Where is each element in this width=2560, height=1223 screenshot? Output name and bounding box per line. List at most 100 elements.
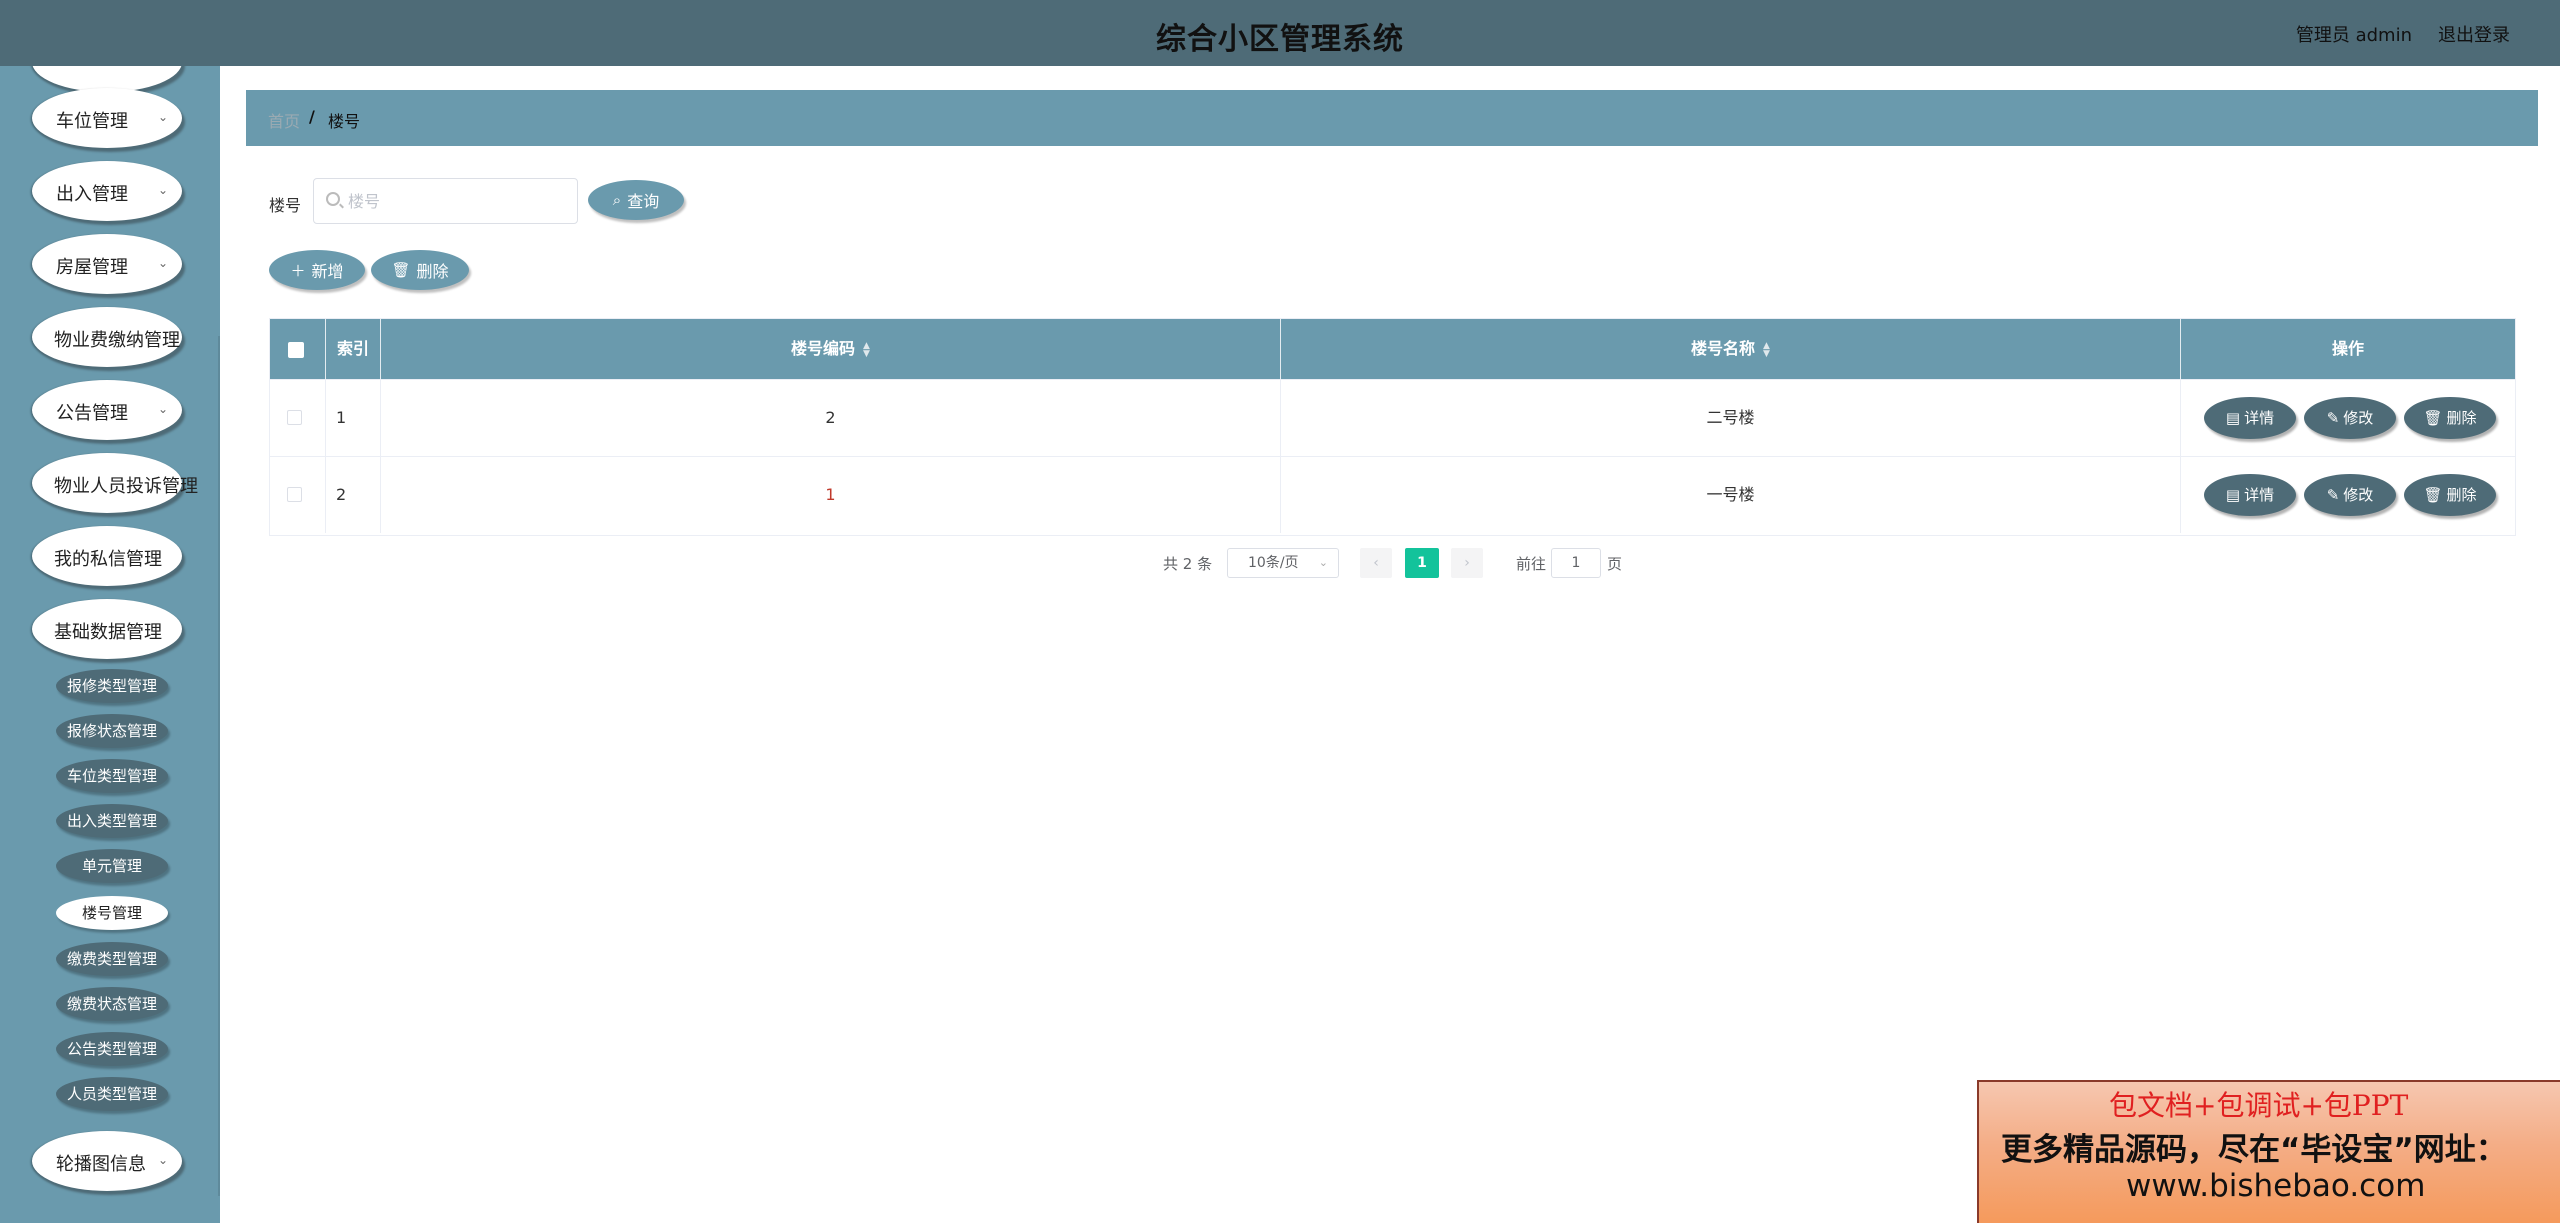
sort-icon[interactable]: ▲ ▼ [863, 341, 870, 358]
delete-button[interactable]: 🗑 删除 [2404, 397, 2496, 439]
search-label: 楼号 [269, 196, 302, 215]
sidebar-item-notice[interactable]: 公告管理 ⌄ [32, 380, 182, 440]
sidebar-item-label: 物业人员投诉管理 [54, 476, 198, 497]
row-select-cell [270, 380, 326, 456]
breadcrumb-separator: / [309, 107, 315, 126]
row-select-cell [270, 457, 326, 533]
column-header-code[interactable]: 楼号编码 ▲ ▼ [381, 319, 1281, 379]
add-button[interactable]: ＋ 新增 [269, 250, 365, 290]
sidebar-item-label: 轮播图信息 [56, 1154, 146, 1175]
pagination-total: 共 2 条 [1163, 555, 1213, 573]
sidebar-item-label: 出入管理 [56, 184, 128, 205]
chevron-down-icon: ⌄ [157, 1153, 168, 1167]
bulk-delete-button[interactable]: 🗑 删除 [371, 250, 469, 290]
cell-index: 2 [326, 457, 381, 533]
pencil-icon: ✎ [2326, 409, 2340, 427]
table-row: 2 1 一号楼 ▤ 详情 ✎ 修改 🗑 删除 [270, 456, 2515, 533]
chevron-left-icon: ‹ [1373, 555, 1379, 571]
document-icon: ▤ [2225, 486, 2241, 504]
chevron-down-icon: ⌄ [157, 183, 168, 197]
chevron-down-icon: ⌄ [1318, 556, 1328, 569]
trash-icon: 🗑 [2423, 486, 2443, 504]
submenu-notice-type[interactable]: 公告类型管理 [56, 1032, 168, 1066]
cell-index: 1 [326, 380, 381, 456]
current-user: 管理员 admin [2295, 25, 2412, 46]
document-icon: ▤ [2225, 409, 2241, 427]
data-table: 索引 楼号编码 ▲ ▼ 楼号名称 ▲ ▼ 操作 1 2 二号楼 ▤ 详情 ✎ 修改 🗑 删除 [269, 318, 2516, 536]
row-checkbox[interactable] [287, 487, 302, 502]
detail-label: 详情 [2244, 409, 2275, 427]
bulk-delete-label: 删除 [416, 262, 449, 281]
submenu-building[interactable]: 楼号管理 [56, 896, 168, 930]
sidebar-item-label: 物业费缴纳管理 [54, 330, 180, 351]
chevron-down-icon: ⌄ [157, 256, 168, 270]
search-icon: ⌕ [612, 191, 622, 209]
promo-url: www.bishebao.com [2126, 1168, 2426, 1204]
sidebar-item-fee-payment[interactable]: 物业费缴纳管理 [32, 307, 182, 367]
sidebar-item-messages[interactable]: 我的私信管理 [32, 526, 182, 586]
submenu-parking-type[interactable]: 车位类型管理 [56, 759, 168, 793]
detail-button[interactable]: ▤ 详情 [2204, 474, 2296, 516]
sidebar-item-housing[interactable]: 房屋管理 ⌄ [32, 234, 182, 294]
submenu-repair-type[interactable]: 报修类型管理 [56, 669, 168, 703]
plus-icon: ＋ [290, 261, 306, 280]
top-header: 综合小区管理系统 管理员 admin 退出登录 [0, 0, 2560, 66]
sidebar-item-base-data[interactable]: 基础数据管理 [32, 599, 182, 659]
detail-button[interactable]: ▤ 详情 [2204, 397, 2296, 439]
logout-link[interactable]: 退出登录 [2438, 21, 2510, 47]
chevron-down-icon: ⌄ [157, 402, 168, 416]
pencil-icon: ✎ [2326, 486, 2340, 504]
column-header-name[interactable]: 楼号名称 ▲ ▼ [1281, 319, 2181, 379]
prev-page-button[interactable]: ‹ [1360, 548, 1392, 578]
add-button-label: 新增 [311, 262, 344, 281]
submenu-repair-status[interactable]: 报修状态管理 [56, 714, 168, 748]
edit-label: 修改 [2343, 409, 2374, 427]
breadcrumb: 首页 / 楼号 [246, 90, 2538, 146]
select-all-checkbox[interactable] [288, 342, 304, 358]
sidebar-item-parking[interactable]: 车位管理 ⌄ [32, 88, 182, 148]
search-input[interactable] [348, 189, 568, 213]
submenu-access-type[interactable]: 出入类型管理 [56, 804, 168, 838]
breadcrumb-current: 楼号 [328, 112, 361, 131]
search-field[interactable] [313, 178, 578, 224]
delete-button[interactable]: 🗑 删除 [2404, 474, 2496, 516]
promo-banner: 包文档+包调试+包PPT 更多精品源码，尽在“毕设宝”网址： www.bishe… [1977, 1080, 2560, 1223]
header-select-cell [270, 319, 326, 379]
search-icon [326, 192, 340, 206]
sidebar-item-label: 车位管理 [56, 111, 128, 132]
next-page-button[interactable]: › [1451, 548, 1483, 578]
sidebar: 车位管理 ⌄ 出入管理 ⌄ 房屋管理 ⌄ 物业费缴纳管理 公告管理 ⌄ 物业人员… [0, 66, 220, 1223]
submenu-unit[interactable]: 单元管理 [56, 849, 168, 883]
edit-label: 修改 [2343, 486, 2374, 504]
column-header-label: 楼号名称 [1691, 339, 1756, 358]
sidebar-item-carousel[interactable]: 轮播图信息 ⌄ [32, 1131, 182, 1191]
cell-actions: ▤ 详情 ✎ 修改 🗑 删除 [2181, 380, 2515, 456]
edit-button[interactable]: ✎ 修改 [2304, 397, 2396, 439]
row-checkbox[interactable] [287, 410, 302, 425]
cell-actions: ▤ 详情 ✎ 修改 🗑 删除 [2181, 457, 2515, 533]
table-row: 1 2 二号楼 ▤ 详情 ✎ 修改 🗑 删除 [270, 379, 2515, 456]
query-button[interactable]: ⌕ 查询 [588, 180, 684, 220]
trash-icon: 🗑 [2423, 409, 2443, 427]
page-unit-label: 页 [1607, 555, 1623, 573]
sidebar-scrollbar[interactable] [218, 336, 220, 1196]
goto-label: 前往 [1516, 555, 1547, 573]
breadcrumb-home[interactable]: 首页 [268, 108, 300, 132]
sidebar-item-label: 房屋管理 [56, 257, 128, 278]
delete-label: 删除 [2446, 486, 2477, 504]
submenu-staff-type[interactable]: 人员类型管理 [56, 1077, 168, 1111]
edit-button[interactable]: ✎ 修改 [2304, 474, 2396, 516]
page-number-current[interactable]: 1 [1405, 548, 1439, 578]
sort-icon[interactable]: ▲ ▼ [1763, 341, 1770, 358]
sidebar-item-complaints[interactable]: 物业人员投诉管理 [32, 453, 198, 513]
column-header-label: 楼号编码 [791, 339, 856, 358]
page-size-select[interactable]: 10条/页 ⌄ [1227, 548, 1339, 578]
submenu-fee-type[interactable]: 缴费类型管理 [56, 942, 168, 976]
submenu-fee-status[interactable]: 缴费状态管理 [56, 987, 168, 1021]
table-header: 索引 楼号编码 ▲ ▼ 楼号名称 ▲ ▼ 操作 [270, 319, 2515, 379]
cell-code: 1 [381, 457, 1281, 533]
goto-page-input[interactable]: 1 [1551, 548, 1601, 578]
sidebar-item-access[interactable]: 出入管理 ⌄ [32, 161, 182, 221]
app-title: 综合小区管理系统 [1156, 22, 1404, 57]
promo-line-1: 包文档+包调试+包PPT [2109, 1089, 2409, 1122]
